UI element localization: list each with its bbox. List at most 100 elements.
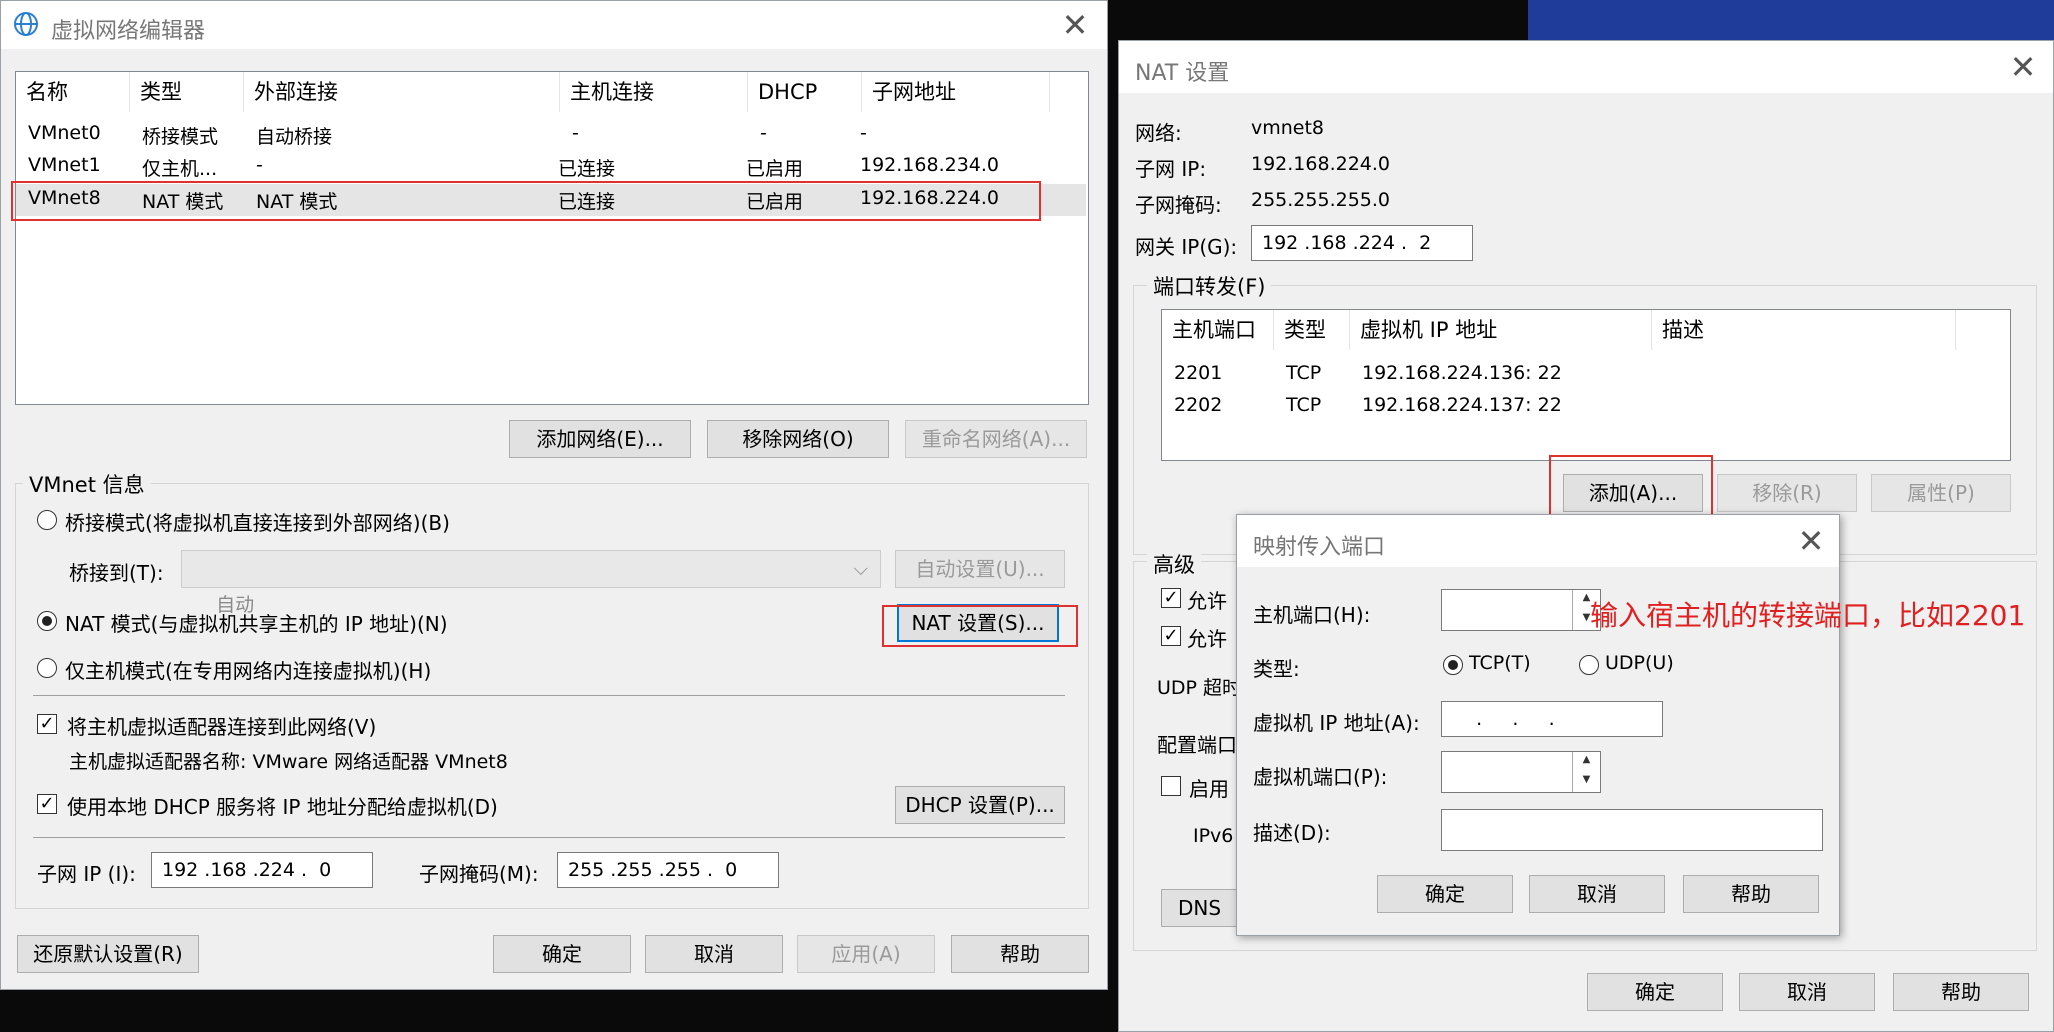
connect-adapter-label[interactable]: 将主机虚拟适配器连接到此网络(V) bbox=[67, 711, 376, 740]
bridge-mode-label[interactable]: 桥接模式(将虚拟机直接连接到外部网络)(B) bbox=[65, 507, 450, 536]
ok-button[interactable]: 确定 bbox=[1587, 973, 1723, 1011]
column-header-dhcp[interactable]: DHCP bbox=[748, 72, 862, 112]
column-header-host-port[interactable]: 主机端口 bbox=[1162, 310, 1274, 350]
vm-port-label: 虚拟机端口(P): bbox=[1253, 765, 1388, 789]
allow-checkbox-2[interactable]: ✓ bbox=[1161, 626, 1181, 646]
allow-label-1[interactable]: 允许 bbox=[1187, 585, 1227, 614]
cancel-button[interactable]: 取消 bbox=[1739, 973, 1875, 1011]
help-button[interactable]: 帮助 bbox=[1893, 973, 2029, 1011]
help-button[interactable]: 帮助 bbox=[1683, 875, 1819, 913]
subnet-ip-label: 子网 IP: bbox=[1135, 157, 1207, 181]
udp-timeout-label: UDP 超时 bbox=[1157, 677, 1242, 699]
tcp-label[interactable]: TCP(T) bbox=[1469, 652, 1531, 674]
column-header-external[interactable]: 外部连接 bbox=[244, 72, 560, 112]
column-header-host[interactable]: 主机连接 bbox=[560, 72, 748, 112]
use-dhcp-checkbox[interactable]: ✓ bbox=[37, 794, 57, 814]
nat-mode-radio[interactable] bbox=[37, 611, 57, 631]
port-forwarding-label: 端口转发(F) bbox=[1147, 271, 1272, 301]
network-list[interactable]: 名称 类型 外部连接 主机连接 DHCP 子网地址 VMnet0 桥接模式 自动… bbox=[15, 71, 1089, 405]
subnet-mask-label: 子网掩码: bbox=[1135, 193, 1222, 217]
close-button[interactable]: ✕ bbox=[1999, 47, 2047, 87]
vm-port-field[interactable]: ▲ ▼ bbox=[1441, 751, 1601, 793]
vm-port-spinner[interactable]: ▲ ▼ bbox=[1572, 752, 1600, 792]
table-row[interactable]: 2201 TCP 192.168.224.136: 22 bbox=[1162, 360, 2008, 390]
table-row[interactable]: VMnet1 仅主机... - 已连接 已启用 192.168.234.0 bbox=[16, 152, 1086, 182]
enable-label[interactable]: 启用 bbox=[1189, 773, 1229, 802]
gateway-field[interactable]: 192 .168 .224 . 2 bbox=[1251, 225, 1473, 261]
subnet-ip-value: 192.168.224.0 bbox=[1251, 153, 1391, 175]
add-network-button[interactable]: 添加网络(E)... bbox=[509, 420, 691, 458]
adapter-name-text: 主机虚拟适配器名称: VMware 网络适配器 VMnet8 bbox=[69, 751, 508, 773]
column-header-description[interactable]: 描述 bbox=[1652, 310, 1956, 350]
cell-subnet: - bbox=[860, 122, 867, 144]
table-row[interactable]: 2202 TCP 192.168.224.137: 22 bbox=[1162, 392, 2008, 422]
vmnet-info-group bbox=[15, 483, 1089, 909]
globe-icon bbox=[13, 11, 39, 37]
restore-defaults-button[interactable]: 还原默认设置(R) bbox=[17, 935, 199, 973]
subnet-mask-field[interactable]: 255 .255 .255 . 0 bbox=[557, 852, 779, 888]
cell-external: - bbox=[256, 154, 263, 176]
port-forwarding-list[interactable]: 主机端口 类型 虚拟机 IP 地址 描述 2201 TCP 192.168.22… bbox=[1161, 309, 2011, 461]
cancel-button[interactable]: 取消 bbox=[1529, 875, 1665, 913]
bridge-mode-radio[interactable] bbox=[37, 510, 57, 530]
column-header-name[interactable]: 名称 bbox=[16, 72, 130, 112]
cell-vm-ip: 192.168.224.136: 22 bbox=[1362, 362, 1562, 384]
remove-port-button[interactable]: 移除(R) bbox=[1717, 474, 1857, 512]
column-header-type[interactable]: 类型 bbox=[1274, 310, 1350, 350]
cell-host: - bbox=[572, 122, 579, 144]
cell-type: 仅主机... bbox=[142, 158, 218, 180]
window-title: 虚拟网络编辑器 bbox=[51, 19, 206, 44]
host-only-label[interactable]: 仅主机模式(在专用网络内连接虚拟机)(H) bbox=[65, 655, 431, 684]
column-header-subnet[interactable]: 子网地址 bbox=[862, 72, 1050, 112]
cancel-button[interactable]: 取消 bbox=[645, 935, 783, 973]
auto-settings-button[interactable]: 自动设置(U)... bbox=[895, 550, 1065, 588]
bridge-to-select[interactable]: 自动 ⌵ bbox=[181, 550, 881, 616]
subnet-mask-value: 255.255.255.0 bbox=[1251, 189, 1391, 211]
cell-subnet: 192.168.234.0 bbox=[860, 154, 1000, 176]
column-header-type[interactable]: 类型 bbox=[130, 72, 244, 112]
type-label: 类型: bbox=[1253, 657, 1300, 681]
annotation-text: 输入宿主机的转接端口，比如2201 bbox=[1590, 599, 2026, 632]
cell-host-port: 2201 bbox=[1174, 362, 1223, 384]
apply-button[interactable]: 应用(A) bbox=[797, 935, 935, 973]
use-dhcp-label[interactable]: 使用本地 DHCP 服务将 IP 地址分配给虚拟机(D) bbox=[67, 791, 498, 820]
host-only-radio[interactable] bbox=[37, 658, 57, 678]
rename-network-button[interactable]: 重命名网络(A)... bbox=[905, 420, 1087, 458]
map-incoming-port-dialog: 映射传入端口 ✕ 主机端口(H): ▲ ▼ 类型: TCP(T) UDP(U) 虚… bbox=[1236, 514, 1840, 936]
advanced-label: 高级 bbox=[1147, 549, 1201, 579]
cell-host-port: 2202 bbox=[1174, 394, 1223, 416]
description-field[interactable] bbox=[1441, 809, 1823, 851]
allow-checkbox-1[interactable]: ✓ bbox=[1161, 588, 1181, 608]
ok-button[interactable]: 确定 bbox=[493, 935, 631, 973]
vm-ip-field[interactable]: . . . bbox=[1441, 701, 1663, 737]
gateway-label: 网关 IP(G): bbox=[1135, 235, 1238, 259]
title-bar: NAT 设置 ✕ bbox=[1119, 41, 2053, 93]
allow-label-2[interactable]: 允许 bbox=[1187, 623, 1227, 652]
ok-button[interactable]: 确定 bbox=[1377, 875, 1513, 913]
nat-mode-label[interactable]: NAT 模式(与虚拟机共享主机的 IP 地址)(N) bbox=[65, 608, 448, 637]
udp-radio[interactable] bbox=[1579, 655, 1599, 675]
close-button[interactable]: ✕ bbox=[1787, 521, 1835, 561]
column-header-vm-ip[interactable]: 虚拟机 IP 地址 bbox=[1350, 310, 1652, 350]
window-title: 映射传入端口 bbox=[1253, 535, 1386, 560]
dhcp-settings-button[interactable]: DHCP 设置(P)... bbox=[895, 786, 1065, 824]
table-row[interactable]: VMnet0 桥接模式 自动桥接 - - - bbox=[16, 120, 1086, 150]
arrow-up-icon[interactable]: ▲ bbox=[1573, 752, 1600, 772]
subnet-ip-field[interactable]: 192 .168 .224 . 0 bbox=[151, 852, 373, 888]
tcp-radio[interactable] bbox=[1443, 655, 1463, 675]
close-button[interactable]: ✕ bbox=[1051, 5, 1099, 45]
host-port-field[interactable]: ▲ ▼ bbox=[1441, 589, 1601, 631]
properties-button[interactable]: 属性(P) bbox=[1871, 474, 2011, 512]
udp-label[interactable]: UDP(U) bbox=[1605, 652, 1674, 674]
network-label: 网络: bbox=[1135, 121, 1182, 145]
title-bar: 映射传入端口 ✕ bbox=[1237, 515, 1839, 567]
enable-checkbox[interactable] bbox=[1161, 776, 1181, 796]
cell-name: VMnet1 bbox=[28, 154, 101, 176]
connect-adapter-checkbox[interactable]: ✓ bbox=[37, 714, 57, 734]
remove-network-button[interactable]: 移除网络(O) bbox=[707, 420, 889, 458]
help-button[interactable]: 帮助 bbox=[951, 935, 1089, 973]
arrow-down-icon[interactable]: ▼ bbox=[1573, 772, 1600, 792]
divider bbox=[33, 837, 1065, 838]
cell-vm-ip: 192.168.224.137: 22 bbox=[1362, 394, 1562, 416]
host-port-label: 主机端口(H): bbox=[1253, 603, 1371, 627]
